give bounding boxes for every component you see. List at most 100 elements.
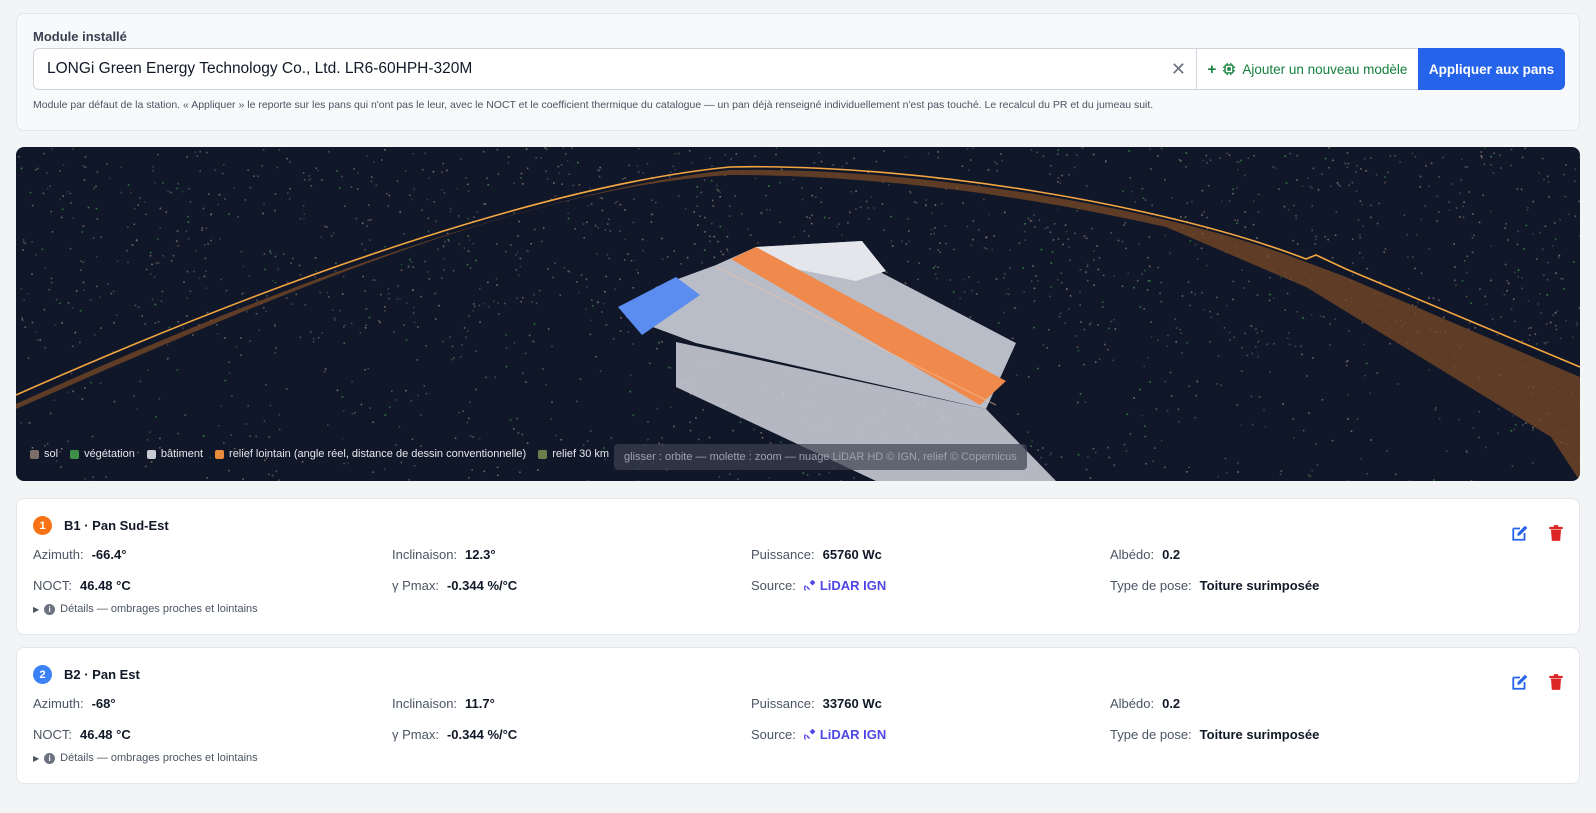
point-cloud-dot — [1455, 284, 1457, 287]
point-cloud-dot — [1424, 205, 1426, 207]
point-cloud-dot — [1414, 155, 1417, 158]
point-cloud-dot — [204, 244, 206, 246]
delete-icon[interactable] — [1547, 673, 1565, 691]
point-cloud-dot — [323, 370, 326, 373]
point-cloud-dot — [494, 376, 497, 378]
module-input[interactable] — [34, 49, 1196, 89]
point-cloud-dot — [194, 151, 197, 154]
legend-item: bâtiment — [146, 448, 203, 460]
point-cloud-dot — [263, 202, 265, 205]
lidar-3d-viewer[interactable]: sol végétation bâtiment relief lointain … — [16, 147, 1580, 481]
clear-icon[interactable]: ✕ — [1171, 60, 1186, 78]
point-cloud-dot — [806, 474, 809, 476]
point-cloud-dot — [669, 171, 672, 173]
point-cloud-dot — [206, 311, 209, 314]
point-cloud-dot — [1301, 185, 1304, 187]
point-cloud-dot — [1184, 216, 1187, 218]
delete-icon[interactable] — [1547, 524, 1565, 542]
point-cloud-dot — [1420, 272, 1423, 275]
source-link[interactable]: LiDAR IGN — [803, 578, 886, 593]
point-cloud-dot — [247, 169, 249, 171]
apply-button[interactable]: Appliquer aux pans — [1418, 48, 1565, 90]
point-cloud-dot — [1578, 307, 1580, 309]
point-cloud-dot — [769, 208, 771, 211]
pose-field: Type de pose: Toiture surimposée — [1110, 727, 1319, 742]
edit-icon[interactable] — [1511, 524, 1529, 542]
edit-icon[interactable] — [1511, 673, 1529, 691]
field-key: Inclinaison: — [392, 696, 458, 711]
point-cloud-dot — [1132, 286, 1135, 289]
point-cloud-dot — [1226, 472, 1228, 474]
point-cloud-dot — [1459, 216, 1461, 218]
point-cloud-dot — [342, 410, 345, 412]
point-cloud-dot — [184, 414, 187, 417]
point-cloud-scene[interactable] — [16, 147, 1580, 481]
point-cloud-dot — [70, 202, 72, 204]
point-cloud-dot — [22, 249, 24, 251]
point-cloud-dot — [1384, 181, 1386, 184]
point-cloud-dot — [870, 196, 873, 198]
point-cloud-dot — [1256, 332, 1258, 334]
point-cloud-dot — [587, 480, 589, 481]
point-cloud-dot — [1527, 339, 1530, 341]
point-cloud-dot — [1269, 276, 1271, 279]
source-link[interactable]: LiDAR IGN — [803, 727, 886, 742]
point-cloud-dot — [567, 217, 570, 220]
point-cloud-dot — [1149, 148, 1152, 151]
details-toggle[interactable]: ▶ i Détails — ombrages proches et lointa… — [33, 752, 258, 764]
point-cloud-dot — [929, 247, 931, 250]
module-label: Module installé — [33, 29, 127, 44]
point-cloud-dot — [717, 189, 720, 192]
point-cloud-dot — [217, 203, 219, 206]
point-cloud-dot — [1258, 396, 1261, 398]
point-cloud-dot — [421, 209, 423, 212]
point-cloud-dot — [82, 165, 85, 167]
point-cloud-dot — [1361, 322, 1364, 324]
point-cloud-dot — [1286, 292, 1289, 295]
point-cloud-dot — [187, 215, 189, 218]
point-cloud-dot — [599, 370, 602, 373]
point-cloud-dot — [275, 470, 278, 473]
point-cloud-dot — [740, 212, 743, 215]
point-cloud-dot — [650, 213, 652, 216]
point-cloud-dot — [633, 259, 636, 262]
point-cloud-dot — [1237, 219, 1239, 222]
point-cloud-dot — [1579, 235, 1580, 237]
point-cloud-dot — [630, 374, 632, 377]
point-cloud-dot — [1236, 404, 1239, 406]
point-cloud-dot — [463, 247, 466, 249]
point-cloud-dot — [620, 317, 622, 319]
point-cloud-dot — [372, 421, 374, 424]
point-cloud-dot — [161, 290, 164, 293]
point-cloud-dot — [95, 207, 98, 210]
point-cloud-dot — [186, 270, 189, 273]
point-cloud-dot — [1255, 327, 1258, 330]
point-cloud-dot — [642, 172, 645, 174]
point-cloud-dot — [535, 156, 537, 159]
point-cloud-dot — [50, 281, 53, 284]
point-cloud-dot — [1033, 287, 1036, 290]
details-toggle[interactable]: ▶ i Détails — ombrages proches et lointa… — [33, 603, 258, 615]
point-cloud-dot — [137, 204, 140, 206]
add-model-button[interactable]: + Ajouter un nouveau modèle — [1196, 48, 1418, 90]
point-cloud-dot — [779, 221, 781, 224]
point-cloud-dot — [1209, 341, 1211, 343]
point-cloud-dot — [516, 417, 518, 420]
point-cloud-dot — [578, 183, 581, 186]
point-cloud-dot — [1095, 451, 1097, 454]
point-cloud-dot — [1226, 152, 1229, 155]
point-cloud-dot — [113, 321, 115, 324]
point-cloud-dot — [518, 274, 520, 277]
point-cloud-dot — [1045, 463, 1047, 466]
point-cloud-dot — [538, 289, 541, 292]
point-cloud-dot — [697, 224, 699, 226]
point-cloud-dot — [1559, 218, 1561, 221]
azimuth-field: Azimuth: -66.4° — [33, 547, 126, 562]
point-cloud-dot — [1236, 222, 1238, 224]
point-cloud-dot — [576, 400, 578, 403]
point-cloud-dot — [1550, 321, 1552, 324]
point-cloud-dot — [1136, 279, 1139, 282]
point-cloud-dot — [972, 220, 975, 222]
legend-swatch — [146, 449, 156, 459]
point-cloud-dot — [70, 372, 73, 375]
